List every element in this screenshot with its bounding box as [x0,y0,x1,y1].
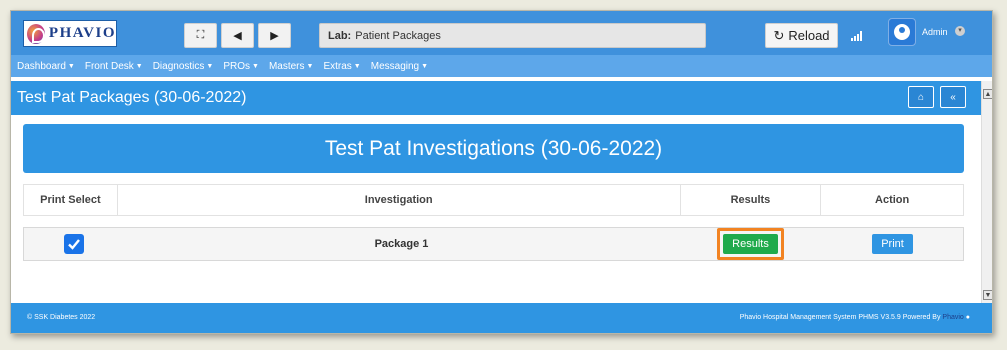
print-select-checkbox[interactable] [64,234,84,254]
caret-down-icon: ▼ [421,62,429,70]
page-title: Test Pat Packages (30-06-2022) [17,89,247,106]
refresh-icon: ↻ [773,27,785,43]
globe-icon: ● [965,314,970,321]
caret-down-icon: ▼ [252,62,259,70]
caret-down-icon: ▼ [206,62,214,70]
main-nav: Dashboard ▼ Front Desk ▼ Diagnostics ▼ PROs… [11,55,992,77]
nav-item-messaging[interactable]: Messaging ▼ [371,61,428,72]
fullscreen-button[interactable]: ⛶ [184,23,217,48]
signal-icon [851,31,863,41]
col-investigation: Investigation [118,185,681,215]
forward-button[interactable]: ▶ [258,23,291,48]
nav-item-pros[interactable]: PROs ▼ [223,61,259,72]
scroll-down-icon[interactable]: ▼ [983,290,992,300]
home-icon: ⌂ [917,91,925,103]
investigations-banner: Test Pat Investigations (30-06-2022) [23,124,964,173]
breadcrumb: Lab: Patient Packages [319,23,706,48]
caret-down-icon: ▼ [306,62,314,70]
copyright-text: © SSK Diabetes 2022 [27,314,96,321]
nav-item-masters[interactable]: Masters ▼ [269,61,314,72]
investigation-name: Package 1 [374,238,429,250]
nav-item-extras[interactable]: Extras ▼ [323,61,360,72]
nav-item-front-desk[interactable]: Front Desk ▼ [85,61,143,72]
col-print-select: Print Select [24,185,118,215]
logo-text: PHAVIO [48,25,116,41]
user-icon [894,24,910,40]
table-row: Package 1 Results Print [23,227,964,261]
expand-icon: ⛶ [196,29,205,41]
col-results: Results [681,185,822,215]
caret-down-icon: ▼ [67,62,75,70]
phavio-link[interactable]: Phavio [942,314,963,321]
action-cell: Print [822,228,963,260]
col-action: Action [875,194,910,206]
check-icon [68,239,80,250]
user-menu-caret-icon[interactable]: ▾ [955,26,965,36]
results-highlight: Results [717,228,784,260]
home-button[interactable]: ⌂ [908,86,934,108]
nav-item-dashboard[interactable]: Dashboard ▼ [17,61,75,72]
caret-down-icon: ▼ [353,62,361,70]
arrow-left-icon: ◀ [233,30,242,42]
reload-label: Reload [788,28,830,43]
scrollbar[interactable] [981,81,992,303]
logo[interactable]: PHAVIO [23,20,117,47]
page-header: Test Pat Packages (30-06-2022) ⌂ « [11,81,981,115]
investigations-title: Test Pat Investigations (30-06-2022) [324,136,663,160]
double-left-icon: « [950,91,956,103]
results-cell: Results [679,228,822,260]
investigation-cell: Package 1 [124,228,679,260]
top-bar: PHAVIO ⛶ ◀ ▶ Lab: Patient Packages ↻ Rel… [11,11,992,55]
print-select-cell [24,228,124,260]
table-header: Print Select Investigation Results Actio… [23,184,964,216]
caret-down-icon: ▼ [135,62,143,70]
back-button[interactable]: ◀ [221,23,254,48]
reload-button[interactable]: ↻ Reload [765,23,838,48]
go-back-button[interactable]: « [940,86,966,108]
footer: © SSK Diabetes 2022 Phavio Hospital Mana… [11,303,992,333]
powered-by-text: Phavio Hospital Management System PHMS V… [740,314,970,321]
breadcrumb-prefix: Lab: [328,29,352,42]
user-avatar[interactable] [888,18,916,46]
powered-by-label: Phavio Hospital Management System PHMS V… [739,314,941,321]
results-button[interactable]: Results [723,234,778,254]
user-name[interactable]: Admin [922,27,948,37]
scroll-up-icon[interactable]: ▲ [983,89,992,99]
nav-item-diagnostics[interactable]: Diagnostics ▼ [153,61,214,72]
arrow-right-icon: ▶ [270,30,279,42]
print-button[interactable]: Print [872,234,913,254]
breadcrumb-page: Patient Packages [355,29,441,42]
app-window: PHAVIO ⛶ ◀ ▶ Lab: Patient Packages ↻ Rel… [10,10,993,334]
logo-mark-icon [27,23,45,44]
